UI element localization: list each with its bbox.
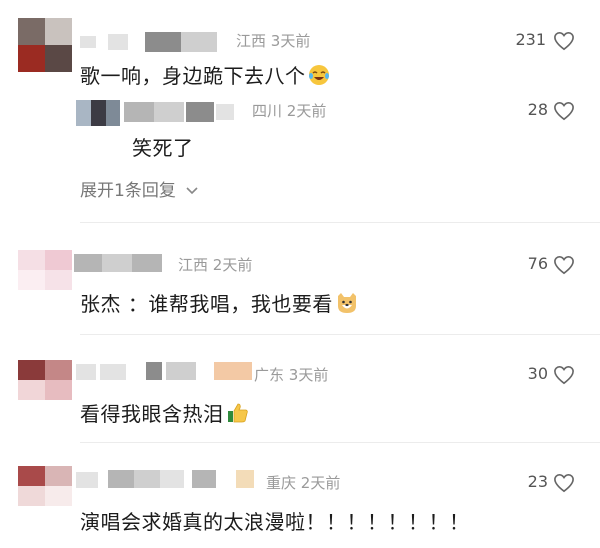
comment-location: 重庆 2天前 bbox=[266, 474, 341, 492]
divider bbox=[80, 222, 600, 223]
heart-icon[interactable] bbox=[553, 101, 575, 121]
comment-text: 看得我眼含热泪 bbox=[80, 398, 250, 427]
like-count: 23 bbox=[527, 472, 548, 491]
like-count: 28 bbox=[527, 100, 548, 119]
comment-location: 广东 3天前 bbox=[254, 366, 329, 384]
heart-icon[interactable] bbox=[553, 31, 575, 51]
avatar[interactable] bbox=[76, 100, 120, 126]
comment-text: 笑死了 bbox=[132, 136, 194, 160]
avatar[interactable] bbox=[18, 18, 72, 72]
comment-location: 江西 2天前 bbox=[178, 256, 253, 274]
avatar[interactable] bbox=[18, 466, 72, 506]
divider bbox=[80, 442, 600, 443]
like-count: 231 bbox=[515, 30, 546, 49]
thumbs-up-emoji bbox=[227, 403, 248, 423]
like-count: 30 bbox=[527, 364, 548, 383]
comment-text: 歌一响，身边跪下去八个 bbox=[80, 60, 330, 89]
expand-replies-button[interactable]: 展开1条回复 bbox=[80, 176, 199, 201]
avatar[interactable] bbox=[18, 360, 72, 400]
comment-text: 张杰 ：谁帮我唱，我也要看 bbox=[80, 288, 359, 317]
chevron-down-icon bbox=[186, 187, 198, 195]
divider bbox=[80, 334, 600, 335]
heart-icon[interactable] bbox=[553, 473, 575, 493]
laughing-crying-emoji bbox=[308, 65, 329, 85]
heart-icon[interactable] bbox=[553, 255, 575, 275]
comment-location: 四川 2天前 bbox=[252, 102, 327, 120]
comment-text: 演唱会求婚真的太浪漫啦！！！！！！！！ bbox=[80, 510, 470, 534]
avatar[interactable] bbox=[18, 250, 72, 290]
like-count: 76 bbox=[527, 254, 548, 273]
heart-icon[interactable] bbox=[553, 365, 575, 385]
doge-emoji bbox=[337, 293, 356, 313]
comment-location: 江西 3天前 bbox=[236, 32, 311, 50]
